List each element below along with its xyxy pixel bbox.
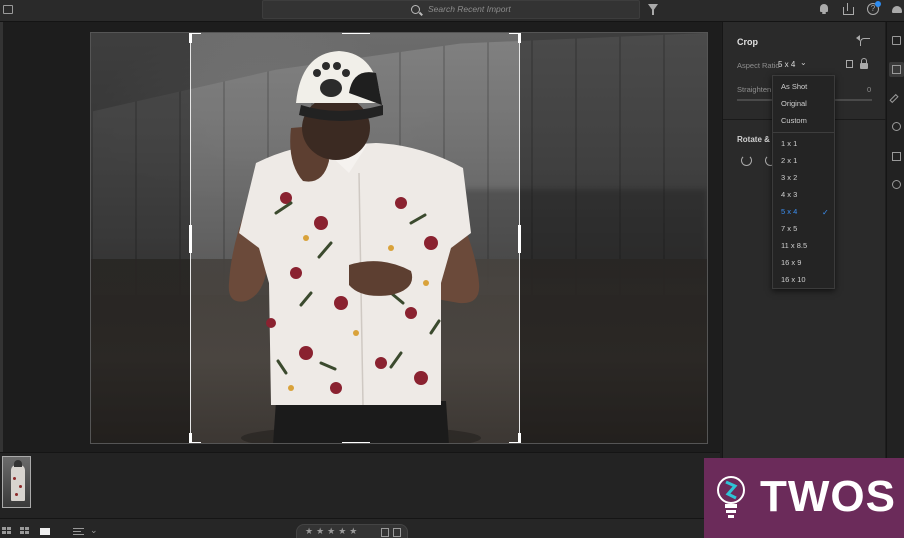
grid-view-icon[interactable]: [2, 527, 12, 535]
option-1x1[interactable]: 1 x 1: [781, 139, 797, 148]
right-tool-strip: [886, 22, 904, 518]
share-icon[interactable]: [842, 3, 854, 15]
crop-section-title: Crop: [737, 37, 758, 47]
star-rating[interactable]: ★★★★★: [305, 526, 360, 537]
option-original[interactable]: Original: [781, 99, 807, 108]
lightroom-app: Search Recent Import ? ⌄ ★★★★★ Crop Aspe…: [0, 0, 904, 538]
crop-handle-top-right[interactable]: [509, 33, 521, 43]
aspect-ratio-label: Aspect Ratio: [737, 61, 780, 70]
crop-handle-bottom[interactable]: [342, 442, 370, 443]
crop-handle-top[interactable]: [342, 33, 370, 34]
sort-icon[interactable]: [73, 528, 84, 535]
detail-view-icon[interactable]: [40, 528, 50, 535]
aspect-ratio-dropdown: As Shot Original Custom 1 x 1 2 x 1 3 x …: [772, 75, 835, 289]
search-input[interactable]: Search Recent Import: [262, 0, 640, 19]
crop-handle-top-left[interactable]: [189, 33, 201, 43]
photo-image: [90, 32, 708, 444]
crop-handle-left[interactable]: [189, 225, 192, 253]
rotate-left-icon[interactable]: [741, 155, 752, 166]
option-custom[interactable]: Custom: [781, 116, 807, 125]
option-3x2[interactable]: 3 x 2: [781, 173, 797, 182]
thumb-head: [14, 460, 22, 467]
reject-flag-icon[interactable]: [393, 528, 401, 537]
twos-watermark-logo: TWOS: [704, 458, 904, 538]
square-grid-icon[interactable]: [20, 527, 30, 535]
notification-dot-icon: [875, 1, 881, 7]
edit-sliders-icon[interactable]: [892, 36, 901, 45]
dropdown-divider: [773, 132, 834, 133]
straighten-value: 0: [867, 85, 872, 94]
option-4x3[interactable]: 4 x 3: [781, 190, 797, 199]
option-16x9[interactable]: 16 x 9: [781, 258, 801, 267]
thumb-pattern: [15, 493, 18, 496]
option-16x10[interactable]: 16 x 10: [781, 275, 806, 284]
sort-chevron-icon[interactable]: ⌄: [90, 525, 98, 536]
search-placeholder: Search Recent Import: [428, 4, 511, 14]
thumb-pattern: [19, 485, 22, 488]
panel-toggle-icon[interactable]: [3, 5, 13, 14]
option-7x5[interactable]: 7 x 5: [781, 224, 797, 233]
cloud-icon[interactable]: [890, 3, 902, 15]
thumb-person: [11, 465, 25, 501]
option-2x1[interactable]: 2 x 1: [781, 156, 797, 165]
aspect-ratio-select[interactable]: 5 x 4: [778, 60, 795, 69]
top-bar: Search Recent Import ?: [0, 0, 904, 22]
option-11x8-5[interactable]: 11 x 8.5: [781, 241, 807, 250]
filmstrip-thumbnail[interactable]: [2, 456, 31, 508]
crop-dim-left: [91, 33, 190, 443]
crop-handle-right[interactable]: [518, 225, 521, 253]
search-icon: [411, 5, 420, 14]
crop-handle-bottom-left[interactable]: [189, 433, 201, 443]
filmstrip: [0, 452, 720, 518]
option-5x4[interactable]: 5 x 4: [781, 207, 797, 216]
healing-brush-icon[interactable]: [889, 93, 899, 104]
option-as-shot[interactable]: As Shot: [781, 82, 807, 91]
crop-tool-icon[interactable]: [892, 65, 901, 74]
orientation-icon[interactable]: [846, 60, 853, 68]
thumb-pattern: [13, 477, 16, 480]
notifications-bell-icon[interactable]: [818, 3, 830, 15]
checkmark-icon: ✓: [822, 208, 829, 217]
lock-icon[interactable]: [860, 58, 868, 69]
lightbulb-icon: [717, 476, 745, 518]
straighten-label: Straighten: [737, 85, 772, 94]
rotate-flip-label: Rotate & F: [737, 135, 777, 144]
masking-icon[interactable]: [892, 122, 901, 131]
watermark-text: TWOS: [760, 472, 896, 521]
presets-icon[interactable]: [892, 152, 901, 161]
crop-frame[interactable]: [189, 33, 521, 443]
pick-flag-icon[interactable]: [381, 528, 389, 537]
reset-icon[interactable]: [856, 35, 870, 46]
redeye-icon[interactable]: [892, 180, 901, 189]
photo-canvas: [3, 22, 721, 452]
crop-dim-right: [520, 33, 707, 443]
rating-flag-bar: ★★★★★: [296, 524, 408, 538]
filter-icon[interactable]: [648, 4, 658, 15]
chevron-down-icon[interactable]: ⌄: [800, 58, 807, 67]
crop-handle-bottom-right[interactable]: [509, 433, 521, 443]
